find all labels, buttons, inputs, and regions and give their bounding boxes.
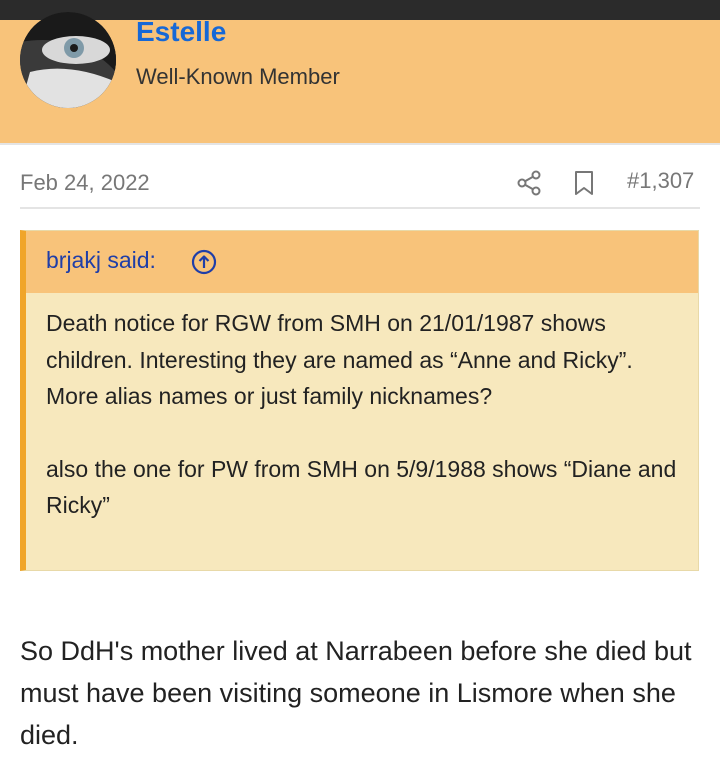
divider — [20, 207, 700, 209]
post-meta: Feb 24, 2022 #1,307 — [0, 146, 720, 208]
avatar[interactable] — [20, 12, 116, 108]
quote-block: brjakj said: Death notice for RGW from S… — [20, 230, 699, 571]
share-icon[interactable] — [516, 170, 542, 196]
quote-paragraph: also the one for PW from SMH on 5/9/1988… — [46, 455, 677, 519]
bookmark-icon[interactable] — [572, 170, 596, 196]
quote-header: brjakj said: — [26, 231, 698, 293]
post-body: So DdH's mother lived at Narrabeen befor… — [20, 630, 700, 756]
post-number[interactable]: #1,307 — [627, 168, 694, 194]
top-bar — [0, 0, 720, 20]
post-text: So DdH's mother lived at Narrabeen befor… — [20, 636, 692, 750]
quote-author-link[interactable]: brjakj said: — [46, 247, 156, 274]
quote-paragraph: Death notice for RGW from SMH on 21/01/1… — [46, 310, 633, 409]
arrow-up-circle-icon[interactable] — [191, 249, 217, 275]
post-date[interactable]: Feb 24, 2022 — [20, 170, 150, 196]
avatar-image — [20, 12, 116, 108]
user-header: Estelle Well-Known Member — [0, 12, 720, 164]
user-title: Well-Known Member — [136, 64, 340, 89]
quote-content: Death notice for RGW from SMH on 21/01/1… — [46, 305, 686, 524]
username[interactable]: Estelle — [136, 16, 226, 48]
